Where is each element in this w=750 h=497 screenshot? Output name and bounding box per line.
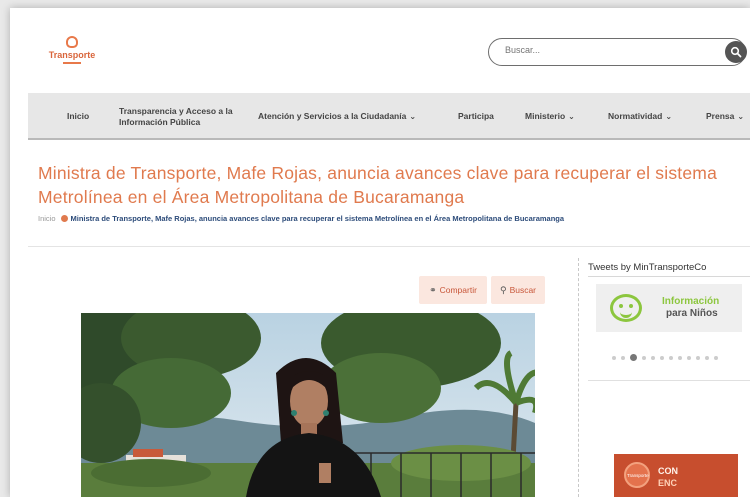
carousel-dot[interactable]	[669, 355, 673, 360]
chevron-down-icon: ⌄	[409, 112, 417, 121]
chevron-down-icon: ⌄	[737, 112, 745, 121]
carousel-dot[interactable]	[612, 355, 616, 360]
main-nav: Inicio Transparencia y Acceso a la Infor…	[28, 93, 750, 140]
carousel-dot[interactable]	[714, 355, 718, 360]
nav-item-transparencia[interactable]: Transparencia y Acceso a la Información …	[119, 93, 244, 140]
nav-item-inicio[interactable]: Inicio	[67, 93, 89, 140]
photo-scene	[81, 313, 535, 497]
article-photo	[81, 313, 535, 497]
breadcrumb: Inicio Ministra de Transporte, Mafe Rojas…	[38, 214, 750, 223]
transporte-logo-badge: Transporte	[624, 462, 650, 488]
search-article-button[interactable]: ⚲ Buscar	[491, 276, 545, 304]
nav-item-participa[interactable]: Participa	[458, 93, 494, 140]
page-title: Ministra de Transporte, Mafe Rojas, anun…	[38, 163, 718, 207]
breadcrumb-current: Ministra de Transporte, Mafe Rojas, anun…	[70, 214, 565, 223]
carousel-dot[interactable]	[651, 355, 655, 360]
carousel-dot-active[interactable]	[630, 354, 637, 361]
carousel-dot[interactable]	[687, 355, 691, 360]
breadcrumb-separator-icon	[60, 215, 68, 222]
tweets-timeline-title[interactable]: Tweets by MinTransporteCo	[588, 262, 706, 273]
carousel-dot[interactable]	[660, 355, 664, 360]
breadcrumb-home[interactable]: Inicio	[38, 214, 56, 223]
chevron-down-icon: ⌄	[568, 112, 575, 121]
page: Transporte Inicio Transparencia y Acceso…	[10, 8, 750, 497]
sidebar-divider	[578, 258, 579, 497]
nav-item-ministerio[interactable]: Ministerio ⌄	[525, 93, 575, 140]
search-button[interactable]	[725, 41, 747, 63]
smiley-face-icon	[610, 294, 642, 322]
carousel-dot[interactable]	[642, 355, 646, 360]
search-icon	[730, 46, 742, 58]
side-promo-banner[interactable]: Transporte CON ENC	[614, 454, 738, 497]
carousel-dot[interactable]	[696, 355, 700, 360]
logo-text: Transporte	[48, 50, 96, 60]
nav-item-normatividad[interactable]: Normatividad ⌄	[608, 93, 672, 140]
carousel-dot[interactable]	[678, 355, 682, 360]
chevron-down-icon: ⌄	[665, 112, 673, 121]
nav-item-atencion[interactable]: Atención y Servicios a la Ciudadanía ⌄	[258, 93, 416, 140]
search-input[interactable]	[505, 45, 705, 55]
divider	[28, 246, 750, 247]
carousel-dot[interactable]	[705, 355, 709, 360]
search-icon: ⚲	[499, 284, 507, 295]
site-logo[interactable]: Transporte	[46, 36, 98, 64]
logo-mark-icon	[66, 36, 78, 48]
carousel-dot[interactable]	[621, 355, 625, 360]
header-search	[488, 38, 747, 66]
share-icon: ⚭	[429, 284, 437, 295]
share-button[interactable]: ⚭ Compartir	[419, 276, 487, 304]
kids-info-banner[interactable]: Información para Niños	[596, 284, 742, 332]
carousel-dots	[612, 354, 718, 361]
nav-item-prensa[interactable]: Prensa ⌄	[706, 93, 744, 140]
